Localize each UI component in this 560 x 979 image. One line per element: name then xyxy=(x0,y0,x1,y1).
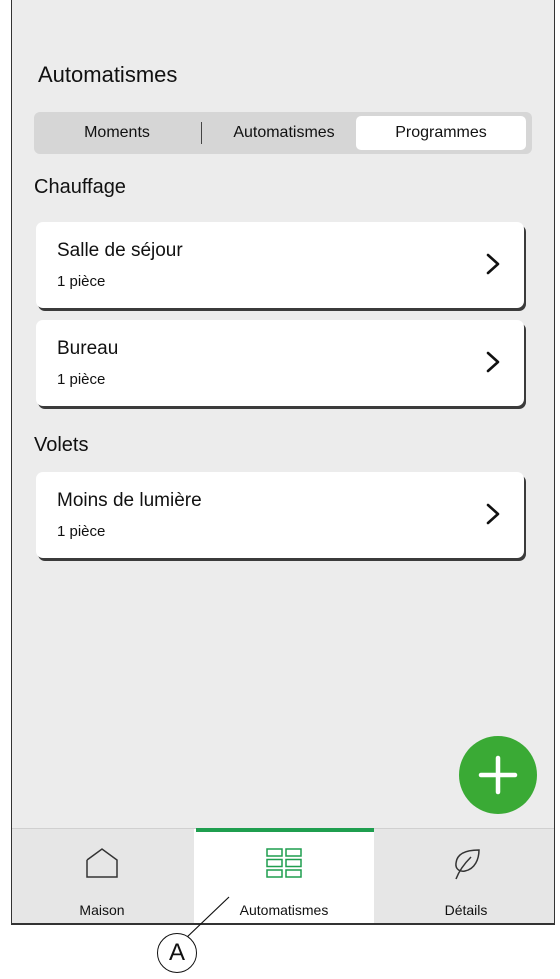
section-title-volets: Volets xyxy=(34,434,89,456)
list-item-bureau[interactable]: Bureau 1 pièce xyxy=(36,320,524,406)
segment-divider xyxy=(201,122,202,144)
page-title: Automatismes xyxy=(38,62,178,87)
bottom-navigation: Maison Automatismes Détails xyxy=(12,828,554,923)
list-item-title: Salle de séjour xyxy=(57,240,183,261)
plus-icon xyxy=(478,755,518,795)
add-button[interactable] xyxy=(459,736,537,814)
list-item-subtitle: 1 pièce xyxy=(57,523,106,540)
nav-item-details[interactable]: Détails xyxy=(376,829,554,923)
tab-automatismes[interactable]: Automatismes xyxy=(204,116,364,150)
leaf-icon xyxy=(455,849,480,880)
list-item-salle-de-sejour[interactable]: Salle de séjour 1 pièce xyxy=(36,222,524,308)
chevron-right-icon xyxy=(486,253,500,275)
list-item-moins-de-lumiere[interactable]: Moins de lumière 1 pièce xyxy=(36,472,524,558)
segmented-control: Moments Automatismes Programmes xyxy=(34,112,532,154)
tab-programmes[interactable]: Programmes xyxy=(356,116,526,150)
list-item-subtitle: 1 pièce xyxy=(57,371,106,388)
phone-screen: Automatismes Moments Automatismes Progra… xyxy=(11,0,555,925)
grid-icon xyxy=(266,848,302,878)
nav-label-details: Détails xyxy=(444,902,488,918)
house-icon xyxy=(86,848,118,878)
list-item-title: Moins de lumière xyxy=(57,490,202,511)
nav-item-automatismes[interactable]: Automatismes xyxy=(194,829,374,923)
active-tab-indicator xyxy=(196,828,374,832)
nav-item-maison[interactable]: Maison xyxy=(12,829,192,923)
tab-moments[interactable]: Moments xyxy=(34,116,200,150)
nav-label-automatismes: Automatismes xyxy=(239,902,329,918)
chevron-right-icon xyxy=(486,503,500,525)
chevron-right-icon xyxy=(486,351,500,373)
section-title-chauffage: Chauffage xyxy=(34,176,126,198)
list-item-title: Bureau xyxy=(57,338,119,359)
callout-label-a: A xyxy=(157,933,197,973)
list-item-subtitle: 1 pièce xyxy=(57,273,106,290)
nav-label-maison: Maison xyxy=(79,902,125,918)
